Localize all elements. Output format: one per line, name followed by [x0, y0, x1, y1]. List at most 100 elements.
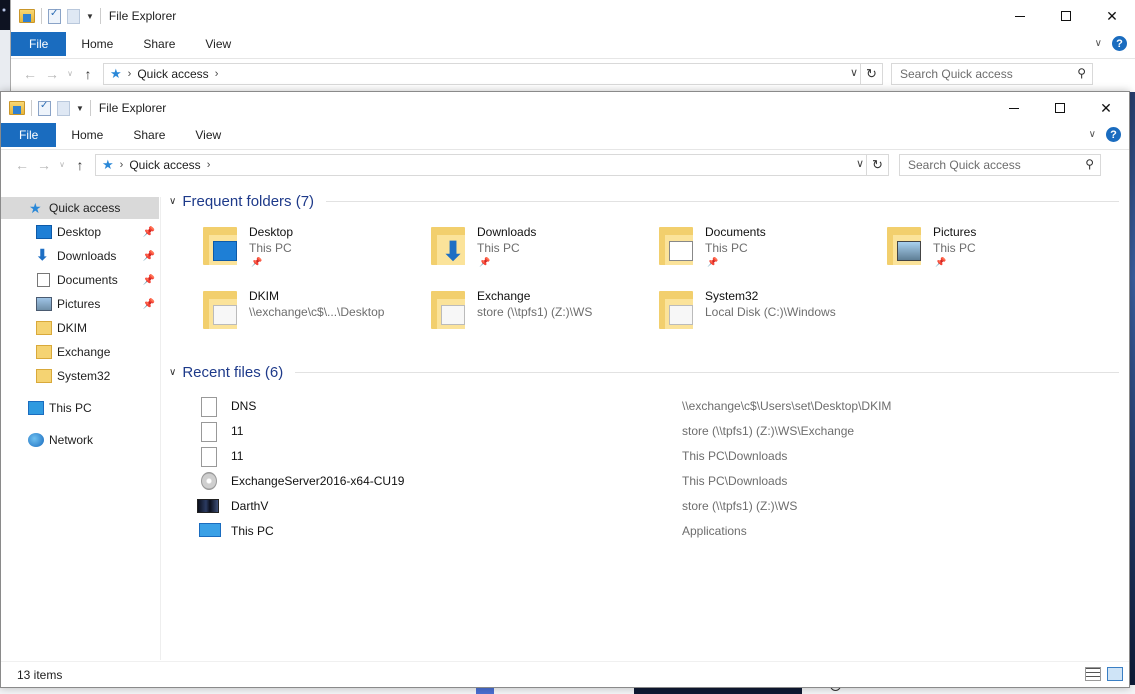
- maximize-button[interactable]: [1037, 92, 1083, 124]
- recent-file-row[interactable]: This PC Applications: [197, 520, 1117, 542]
- folder-tile-exchange[interactable]: Exchange store (\\tpfs1) (Z:)\WS: [427, 285, 647, 341]
- file-location: This PC\Downloads: [682, 449, 788, 463]
- address-dropdown-icon[interactable]: ∨: [850, 66, 858, 79]
- close-button[interactable]: ✕: [1089, 0, 1135, 32]
- frequent-folders-header[interactable]: ∨ Frequent folders (7): [169, 193, 1119, 210]
- recent-locations-icon[interactable]: ∨: [55, 160, 69, 169]
- expand-ribbon-icon[interactable]: ∨: [1089, 129, 1096, 140]
- pin-icon[interactable]: 📌: [143, 227, 155, 238]
- help-icon[interactable]: ?: [1112, 36, 1127, 51]
- forward-arrow-icon[interactable]: →: [41, 66, 63, 82]
- folder-location: \\exchange\c$\...\Desktop: [249, 305, 385, 319]
- breadcrumb-quick-access[interactable]: Quick access: [129, 158, 200, 172]
- tab-view[interactable]: View: [180, 123, 236, 147]
- recent-files-header[interactable]: ∨ Recent files (6): [169, 364, 1119, 381]
- sidebar-item-dkim[interactable]: DKIM: [1, 317, 159, 339]
- breadcrumb-quick-access[interactable]: Quick access: [137, 67, 208, 81]
- tab-share[interactable]: Share: [118, 123, 180, 147]
- file-explorer-icon: [19, 9, 35, 23]
- forward-arrow-icon[interactable]: →: [33, 157, 55, 173]
- sidebar-item-quick-access[interactable]: ★ Quick access: [1, 197, 159, 219]
- sidebar-item-downloads[interactable]: ⬇ Downloads 📌: [1, 245, 159, 267]
- customize-toolbar-dropdown-icon[interactable]: ▼: [76, 104, 84, 113]
- tab-share[interactable]: Share: [128, 32, 190, 56]
- address-dropdown-icon[interactable]: ∨: [856, 157, 864, 170]
- maximize-button[interactable]: [1043, 0, 1089, 32]
- up-arrow-icon[interactable]: ↑: [77, 66, 99, 82]
- tab-view[interactable]: View: [190, 32, 246, 56]
- desktop-folder-icon: [203, 227, 237, 265]
- customize-toolbar-dropdown-icon[interactable]: ▼: [86, 12, 94, 21]
- properties-icon[interactable]: [48, 8, 61, 24]
- collapse-chevron-icon[interactable]: ∨: [169, 367, 176, 378]
- tab-file[interactable]: File: [11, 32, 67, 56]
- breadcrumb-chevron-icon[interactable]: ›: [207, 159, 211, 171]
- recent-file-row[interactable]: ExchangeServer2016-x64-CU19 This PC\Down…: [197, 470, 1117, 492]
- recent-file-row[interactable]: DNS \\exchange\c$\Users\set\Desktop\DKIM: [197, 395, 1117, 417]
- search-icon[interactable]: ⚲: [1085, 157, 1094, 171]
- search-input[interactable]: [900, 66, 1092, 81]
- folder-name: Exchange: [477, 289, 531, 303]
- up-arrow-icon[interactable]: ↑: [69, 157, 91, 173]
- address-bar[interactable]: ★ › Quick access › ∨ ↻: [95, 153, 889, 176]
- title-bar[interactable]: ▼ File Explorer ✕: [1, 92, 1129, 124]
- recent-file-row[interactable]: DarthV store (\\tpfs1) (Z:)\WS: [197, 495, 1117, 517]
- sidebar-item-label: Quick access: [49, 201, 121, 215]
- close-button[interactable]: ✕: [1083, 92, 1129, 124]
- text-file-icon: [201, 397, 217, 417]
- pin-icon[interactable]: 📌: [143, 275, 155, 286]
- close-icon: ✕: [1106, 7, 1118, 24]
- sidebar-item-desktop[interactable]: Desktop 📌: [1, 221, 159, 243]
- tab-file[interactable]: File: [1, 123, 57, 147]
- large-icons-view-icon[interactable]: [1107, 667, 1123, 681]
- tab-home[interactable]: Home: [56, 123, 118, 147]
- address-bar[interactable]: ★ › Quick access › ∨ ↻: [103, 62, 883, 85]
- navigation-bar: ← → ∨ ↑ ★ › Quick access › ∨ ↻ ⚲: [11, 58, 1135, 88]
- properties-icon[interactable]: [38, 100, 51, 116]
- sidebar-item-exchange[interactable]: Exchange: [1, 341, 159, 363]
- background-explorer-window[interactable]: ▼ File Explorer ✕ File Home Share View ∨…: [10, 0, 1135, 92]
- refresh-icon[interactable]: ↻: [860, 63, 882, 84]
- sidebar-item-this-pc[interactable]: This PC: [1, 397, 159, 419]
- recent-locations-icon[interactable]: ∨: [63, 69, 77, 78]
- title-bar[interactable]: ▼ File Explorer ✕: [11, 0, 1135, 32]
- collapse-chevron-icon[interactable]: ∨: [169, 196, 176, 207]
- folder-location: store (\\tpfs1) (Z:)\WS: [477, 305, 593, 319]
- sidebar-item-system32[interactable]: System32: [1, 365, 159, 387]
- breadcrumb-chevron-icon[interactable]: ›: [120, 159, 124, 171]
- search-box[interactable]: ⚲: [899, 153, 1101, 176]
- sidebar-item-network[interactable]: Network: [1, 429, 159, 451]
- folder-tile-documents[interactable]: Documents This PC 📌: [655, 221, 875, 277]
- new-folder-icon[interactable]: [67, 8, 80, 24]
- pin-icon[interactable]: 📌: [143, 299, 155, 310]
- back-arrow-icon[interactable]: ←: [11, 157, 33, 173]
- help-icon[interactable]: ?: [1106, 127, 1121, 142]
- folder-tile-downloads[interactable]: ⬇ Downloads This PC 📌: [427, 221, 647, 277]
- breadcrumb-chevron-icon[interactable]: ›: [215, 68, 219, 80]
- folder-tile-desktop[interactable]: Desktop This PC 📌: [199, 221, 419, 277]
- tab-home[interactable]: Home: [66, 32, 128, 56]
- folder-tile-system32[interactable]: System32 Local Disk (C:)\Windows: [655, 285, 875, 341]
- search-icon[interactable]: ⚲: [1077, 66, 1086, 80]
- file-explorer-window[interactable]: ▼ File Explorer ✕ File Home Share View ∨…: [0, 91, 1130, 688]
- sidebar-item-pictures[interactable]: Pictures 📌: [1, 293, 159, 315]
- details-view-icon[interactable]: [1085, 667, 1101, 681]
- folder-tile-dkim[interactable]: DKIM \\exchange\c$\...\Desktop: [199, 285, 419, 341]
- folder-location: Local Disk (C:)\Windows: [705, 305, 836, 319]
- recent-file-row[interactable]: 11 store (\\tpfs1) (Z:)\WS\Exchange: [197, 420, 1117, 442]
- recent-file-row[interactable]: 11 This PC\Downloads: [197, 445, 1117, 467]
- back-arrow-icon[interactable]: ←: [19, 66, 41, 82]
- search-input[interactable]: [908, 157, 1100, 172]
- search-box[interactable]: ⚲: [891, 62, 1093, 85]
- expand-ribbon-icon[interactable]: ∨: [1095, 38, 1102, 49]
- pin-icon[interactable]: 📌: [143, 251, 155, 262]
- refresh-icon[interactable]: ↻: [866, 154, 888, 175]
- folder-location: This PC: [705, 241, 748, 255]
- folder-location: This PC: [477, 241, 520, 255]
- folder-tile-pictures[interactable]: Pictures This PC 📌: [883, 221, 1103, 277]
- minimize-button[interactable]: [991, 92, 1037, 124]
- new-folder-icon[interactable]: [57, 100, 70, 116]
- minimize-button[interactable]: [997, 0, 1043, 32]
- sidebar-item-documents[interactable]: Documents 📌: [1, 269, 159, 291]
- breadcrumb-chevron-icon[interactable]: ›: [128, 68, 132, 80]
